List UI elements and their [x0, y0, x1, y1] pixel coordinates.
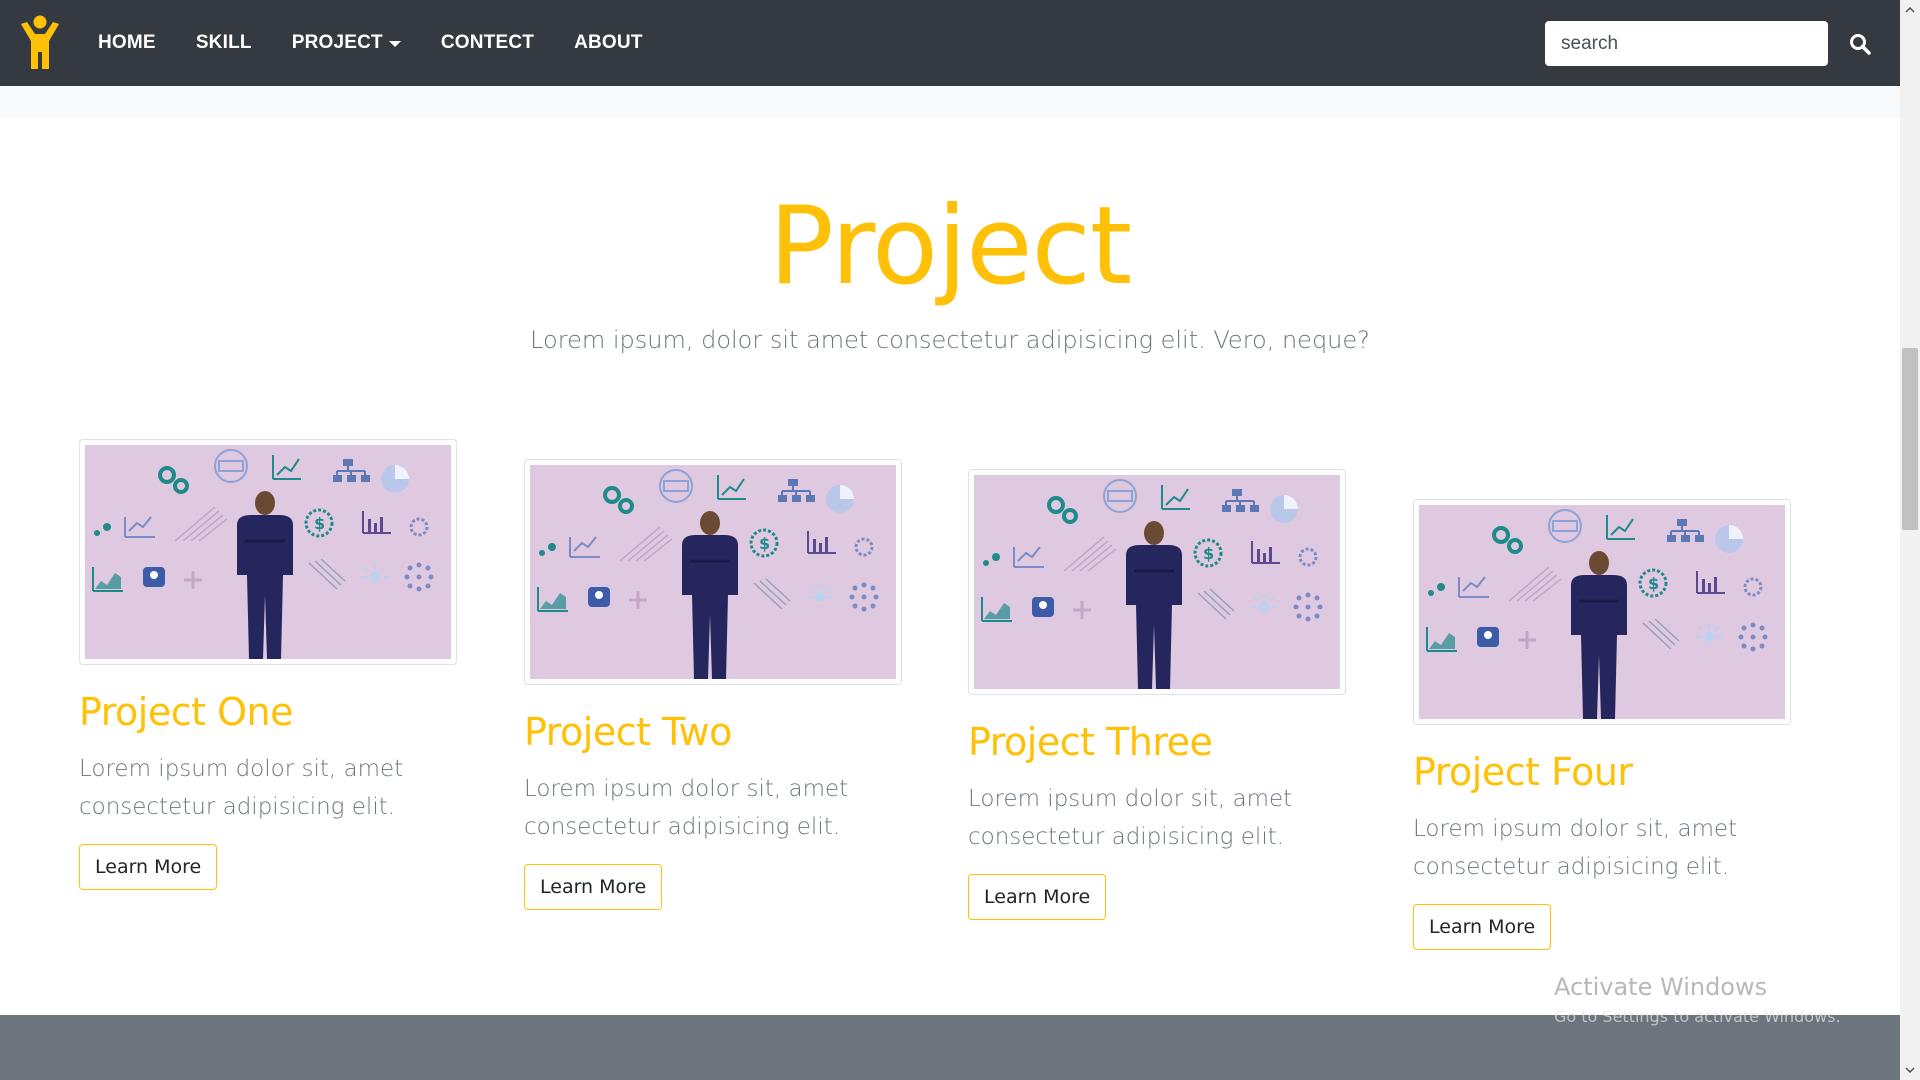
project-card-3: Project Three Lorem ipsum dolor sit, ame…	[968, 469, 1346, 920]
project-three-image	[968, 469, 1346, 695]
nav-project-dropdown[interactable]: PROJECT	[292, 32, 401, 54]
project-card-title: Project One	[79, 690, 293, 734]
search-form	[1545, 21, 1884, 66]
project-card-1: Project One Lorem ipsum dolor sit, amet …	[79, 439, 457, 890]
project-illustration	[1419, 505, 1785, 719]
page-scrollbar[interactable]	[1900, 0, 1920, 1080]
nav-project-label: PROJECT	[291, 32, 383, 53]
project-card-title: Project Four	[1413, 750, 1633, 794]
top-navbar: HOME SKILL PROJECT CONTECT ABOUT	[0, 0, 1900, 86]
scroll-down-arrow-icon[interactable]	[1900, 1060, 1920, 1080]
project-card-text: Lorem ipsum dolor sit, amet consectetur …	[524, 776, 849, 840]
project-card-4: Project Four Lorem ipsum dolor sit, amet…	[1413, 499, 1791, 950]
nav-about-label: ABOUT	[574, 32, 643, 53]
nav-about[interactable]: ABOUT	[574, 32, 643, 54]
section-title: Project	[768, 184, 1133, 309]
project-card-text: Lorem ipsum dolor sit, amet consectetur …	[79, 756, 404, 820]
learn-more-button[interactable]: Learn More	[79, 844, 218, 890]
watermark-subtitle: Go to Settings to activate Windows.	[1554, 1007, 1841, 1026]
project-illustration	[85, 445, 451, 659]
project-card-text: Lorem ipsum dolor sit, amet consectetur …	[1413, 816, 1738, 880]
caret-down-icon	[388, 41, 401, 47]
project-one-image	[79, 439, 457, 665]
learn-more-button[interactable]: Learn More	[968, 874, 1107, 920]
activate-windows-watermark: Activate Windows Go to Settings to activ…	[1554, 973, 1841, 1026]
section-subtitle: Lorem ipsum, dolor sit amet consectetur …	[530, 326, 1370, 354]
watermark-title: Activate Windows	[1554, 973, 1768, 1001]
section-top-strip	[0, 86, 1900, 118]
scrollbar-thumb[interactable]	[1902, 348, 1918, 530]
project-card-2: Project Two Lorem ipsum dolor sit, amet …	[524, 459, 902, 910]
search-button[interactable]	[1836, 21, 1884, 66]
person-arms-up-icon[interactable]	[18, 14, 62, 70]
project-illustration	[530, 465, 896, 679]
learn-more-button[interactable]: Learn More	[1413, 904, 1552, 950]
nav-skill-label: SKILL	[195, 32, 252, 53]
search-input[interactable]	[1545, 21, 1828, 66]
nav-home-label: HOME	[98, 32, 156, 53]
project-card-title: Project Two	[524, 710, 732, 754]
nav-contect[interactable]: CONTECT	[441, 32, 534, 54]
project-illustration	[974, 475, 1340, 689]
nav-home[interactable]: HOME	[98, 32, 156, 54]
nav-skill[interactable]: SKILL	[196, 32, 252, 54]
project-card-text: Lorem ipsum dolor sit, amet consectetur …	[968, 786, 1293, 850]
scroll-up-arrow-icon[interactable]	[1900, 0, 1920, 20]
learn-more-button[interactable]: Learn More	[524, 864, 663, 910]
nav-contect-label: CONTECT	[440, 32, 535, 53]
project-card-title: Project Three	[968, 720, 1213, 764]
project-two-image	[524, 459, 902, 685]
search-icon	[1850, 33, 1871, 55]
nav-links: HOME SKILL PROJECT CONTECT ABOUT	[98, 0, 683, 86]
project-four-image	[1413, 499, 1791, 725]
